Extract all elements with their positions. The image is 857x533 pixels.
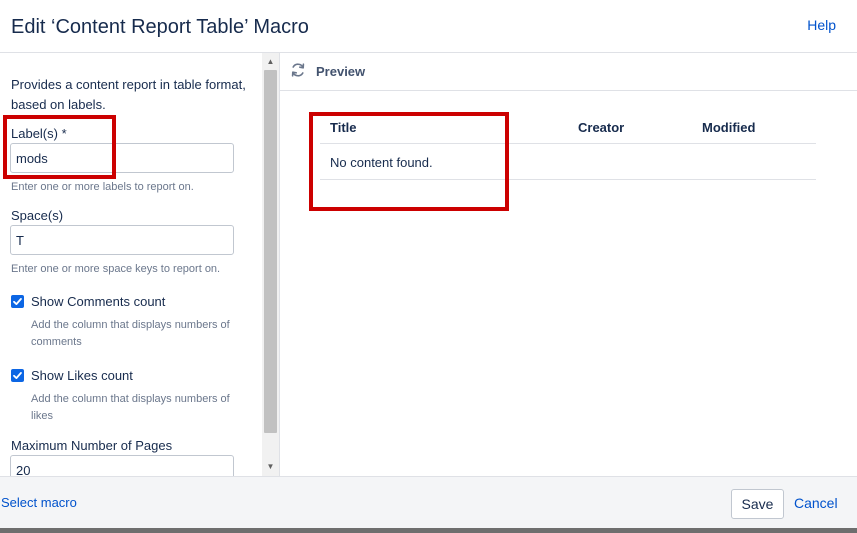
- select-macro-link[interactable]: Select macro: [1, 495, 77, 510]
- column-header-creator: Creator: [578, 120, 625, 135]
- save-button[interactable]: Save: [731, 489, 784, 519]
- preview-header: Preview: [280, 53, 857, 91]
- dialog-header: Edit ‘Content Report Table’ Macro Help: [0, 0, 857, 53]
- check-icon: [13, 298, 22, 305]
- scroll-down-arrow-icon[interactable]: ▼: [262, 460, 279, 474]
- show-likes-hint: Add the column that displays numbers of …: [31, 393, 230, 422]
- macro-description: Provides a content report in table forma…: [11, 77, 246, 112]
- preview-label: Preview: [316, 64, 366, 79]
- window-bottom-edge: [0, 528, 857, 533]
- spaces-field-label: Space(s): [11, 208, 64, 223]
- scrollbar-thumb[interactable]: [264, 70, 277, 433]
- dialog-footer: Select macro Save Cancel: [0, 476, 857, 529]
- results-highlight-box: [309, 112, 509, 211]
- max-pages-input[interactable]: [10, 455, 234, 476]
- scroll-up-arrow-icon[interactable]: ▲: [262, 55, 279, 69]
- show-likes-label[interactable]: Show Likes count: [31, 368, 133, 383]
- cancel-link[interactable]: Cancel: [794, 495, 838, 511]
- dialog-title: Edit ‘Content Report Table’ Macro: [11, 16, 309, 38]
- spaces-hint: Enter one or more space keys to report o…: [11, 263, 221, 275]
- spaces-input[interactable]: [10, 225, 234, 255]
- max-pages-field-label: Maximum Number of Pages: [11, 438, 173, 453]
- help-link[interactable]: Help: [807, 17, 836, 33]
- show-likes-checkbox[interactable]: [11, 369, 24, 382]
- show-comments-checkbox[interactable]: [11, 295, 24, 308]
- parameters-scrollbar[interactable]: ▲ ▼: [262, 53, 280, 476]
- check-icon: [13, 372, 22, 379]
- show-comments-hint: Add the column that displays numbers of …: [31, 319, 230, 348]
- labels-highlight-box: [3, 115, 116, 179]
- labels-hint: Enter one or more labels to report on.: [11, 181, 194, 193]
- macro-dialog: Edit ‘Content Report Table’ Macro Help P…: [0, 0, 857, 533]
- column-header-modified: Modified: [702, 120, 756, 135]
- refresh-icon[interactable]: [290, 62, 306, 78]
- show-comments-label[interactable]: Show Comments count: [31, 294, 165, 309]
